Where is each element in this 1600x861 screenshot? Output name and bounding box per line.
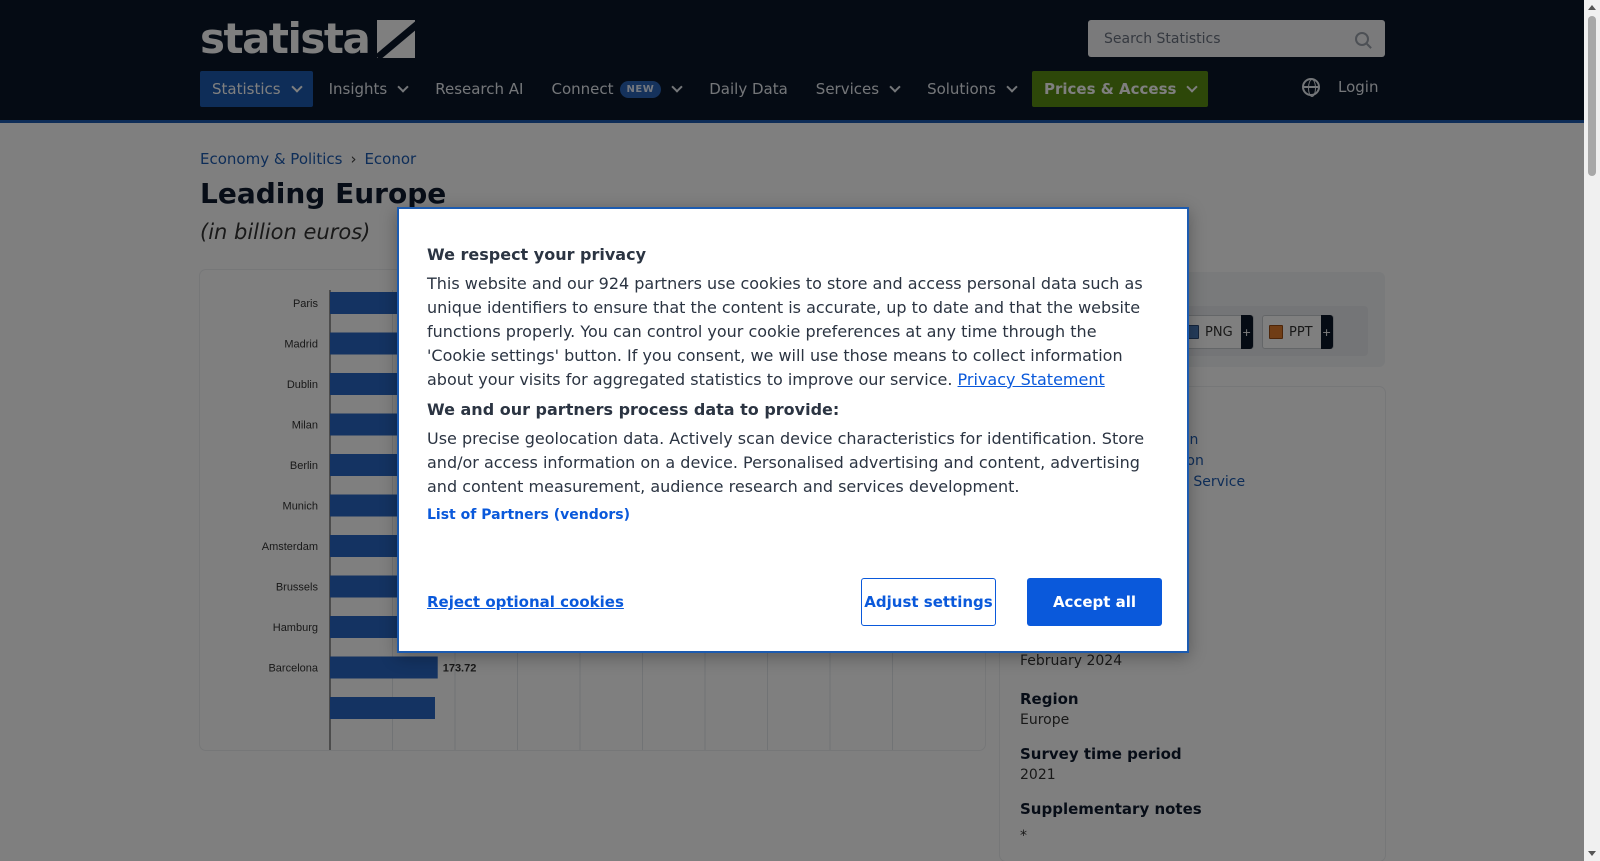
scroll-down-icon[interactable] xyxy=(1588,851,1596,856)
cookie-consent-dialog: We respect your privacy This website and… xyxy=(397,207,1189,653)
reject-cookies-link[interactable]: Reject optional cookies xyxy=(427,593,624,611)
scrollbar[interactable] xyxy=(1584,0,1600,861)
accept-all-button[interactable]: Accept all xyxy=(1027,578,1162,626)
consent-heading-purposes: We and our partners process data to prov… xyxy=(427,400,840,419)
consent-paragraph: This website and our 924 partners use co… xyxy=(427,272,1157,392)
adjust-settings-button[interactable]: Adjust settings xyxy=(861,578,996,626)
privacy-statement-link[interactable]: Privacy Statement xyxy=(958,370,1105,389)
consent-heading: We respect your privacy xyxy=(427,245,647,264)
consent-content: We respect your privacy This website and… xyxy=(427,245,1157,523)
scroll-up-icon[interactable] xyxy=(1588,5,1596,10)
vendors-link[interactable]: List of Partners (vendors) xyxy=(427,507,1157,523)
scroll-thumb[interactable] xyxy=(1588,16,1596,176)
consent-purposes-text: Use precise geolocation data. Actively s… xyxy=(427,429,1145,496)
